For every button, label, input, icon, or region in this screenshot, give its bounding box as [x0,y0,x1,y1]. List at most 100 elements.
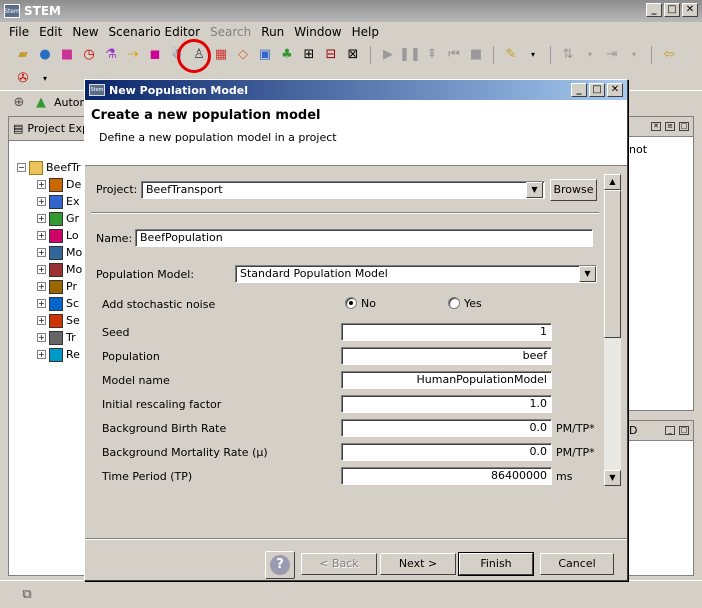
nav-forward-icon[interactable]: ⇥ [603,46,621,64]
tree-item[interactable]: + Lo [9,227,87,244]
scenario-icon[interactable]: ⊞ [300,46,318,64]
nav-up-icon[interactable]: ⇅ [559,46,577,64]
step-icon[interactable]: ⇞ [423,46,441,64]
population-model-combo[interactable]: Standard Population Model [235,265,597,283]
param-input[interactable]: 1.0 [341,395,552,413]
expand-icon[interactable]: + [37,350,46,359]
view-maximize-icon[interactable]: □ [679,426,689,435]
clock-icon[interactable]: ◷ [80,46,98,64]
radio-no-label[interactable]: No [361,297,376,310]
param-input[interactable]: 86400000 [341,467,552,485]
radio-no[interactable] [345,297,357,309]
scroll-thumb[interactable] [604,190,621,338]
expand-icon[interactable]: + [37,197,46,206]
tree-item[interactable]: + Gr [9,210,87,227]
scenario-run-icon[interactable]: ⊟ [322,46,340,64]
menu-search[interactable]: Search [205,25,256,39]
menu-edit[interactable]: Edit [34,25,67,39]
tree-item[interactable]: + Re [9,346,87,363]
right-lower-tab[interactable]: D [627,424,637,437]
play-icon[interactable]: ▶ [379,46,397,64]
transition-icon[interactable]: ⇢ [124,46,142,64]
param-input[interactable]: 0.0 [341,443,552,461]
reset-icon[interactable]: ⏮ [445,46,463,64]
tree-item[interactable]: + Pr [9,278,87,295]
experiment-icon[interactable]: ▦ [212,46,230,64]
globe-icon[interactable]: ● [36,46,54,64]
stop-icon[interactable]: ■ [467,46,485,64]
map-icon[interactable]: ▣ [256,46,274,64]
disease-icon[interactable]: ◼ [146,46,164,64]
wizard-scrollbar[interactable]: ▲ ▼ [604,174,621,486]
view-maximize-icon[interactable]: □ [679,122,689,131]
maximize-button[interactable]: □ [664,3,680,17]
param-input[interactable]: beef [341,347,552,365]
expand-icon[interactable]: + [37,214,46,223]
collapse-icon[interactable]: − [17,163,26,172]
sequencer-icon[interactable]: ⊠ [344,46,362,64]
expand-icon[interactable]: + [37,180,46,189]
expand-icon[interactable]: + [37,248,46,257]
menu-new[interactable]: New [67,25,103,39]
dialog-maximize-button[interactable]: □ [589,83,605,97]
project-dropdown-icon[interactable]: ▼ [526,182,543,198]
graph-icon[interactable]: ◇ [234,46,252,64]
menu-run[interactable]: Run [256,25,289,39]
plant-icon[interactable]: ♣ [278,46,296,64]
project-combo[interactable]: BeefTransport [141,181,545,199]
param-input[interactable]: HumanPopulationModel [341,371,552,389]
minimize-button[interactable]: _ [646,3,662,17]
browse-button[interactable]: Browse [550,179,597,201]
chevron-down-icon[interactable]: ▾ [625,46,643,64]
view-minimize-icon[interactable]: _ [665,426,675,435]
cancel-button[interactable]: Cancel [540,553,614,575]
menu-scenario-editor[interactable]: Scenario Editor [104,25,206,39]
open-folder-icon[interactable]: ▰ [14,46,32,64]
expand-icon[interactable]: + [37,299,46,308]
finish-button[interactable]: Finish [458,552,534,576]
chevron-down-icon[interactable]: ▾ [524,46,542,64]
view-close-icon[interactable]: ✕ [651,122,661,131]
param-input[interactable]: 0.0 [341,419,552,437]
tree-item[interactable]: + Mo [9,244,87,261]
name-input[interactable]: BeefPopulation [135,229,593,247]
expand-icon[interactable]: + [37,265,46,274]
flask-icon[interactable]: ⚗ [102,46,120,64]
pause-icon[interactable]: ❚❚ [399,46,421,64]
chevron-down-icon[interactable]: ▾ [581,46,599,64]
expand-icon[interactable]: + [37,316,46,325]
scroll-down-icon[interactable]: ▼ [604,470,621,486]
next-button[interactable]: Next > [380,553,456,575]
tree-item[interactable]: + Sc [9,295,87,312]
close-button[interactable]: ✕ [682,3,698,17]
expand-icon[interactable]: + [37,231,46,240]
back-arrow-icon[interactable]: ⇦ [660,46,678,64]
color-map-icon[interactable]: ■ [58,46,76,64]
population-model-dropdown-icon[interactable]: ▼ [579,266,596,282]
tree-item[interactable]: + De [9,176,87,193]
menu-window[interactable]: Window [289,25,346,39]
back-button[interactable]: < Back [301,553,377,575]
radio-yes-label[interactable]: Yes [464,297,482,310]
expand-icon[interactable]: + [37,333,46,342]
automation-icon[interactable]: ▲ [32,94,50,112]
fast-view-icon[interactable]: ⧉ [18,586,36,604]
project-explorer-tab[interactable]: ▤ Project Exp [9,117,87,141]
expand-icon[interactable]: + [37,282,46,291]
menu-help[interactable]: Help [347,25,384,39]
menu-file[interactable]: File [4,25,34,39]
tree-item[interactable]: + Se [9,312,87,329]
help-button[interactable]: ? [265,551,295,579]
tree-item[interactable]: + Mo [9,261,87,278]
dialog-close-button[interactable]: ✕ [607,83,623,97]
chevron-down-icon[interactable]: ▾ [36,70,54,88]
view-menu-icon[interactable]: ≡ [665,122,675,131]
radio-yes[interactable] [448,297,460,309]
tree-root[interactable]: − BeefTr [9,159,87,176]
param-input[interactable]: 1 [341,323,552,341]
dialog-minimize-button[interactable]: _ [571,83,587,97]
tree-item[interactable]: + Tr [9,329,87,346]
scroll-up-icon[interactable]: ▲ [604,174,621,190]
open-perspective-icon[interactable]: ⊕ [10,94,28,112]
tree-item[interactable]: + Ex [9,193,87,210]
